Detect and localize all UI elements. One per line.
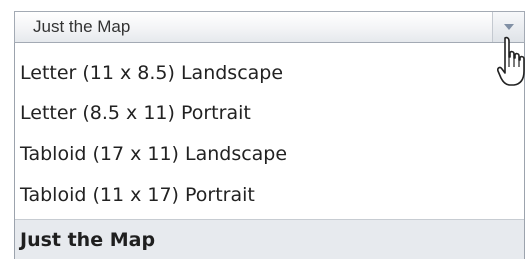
dropdown-list: Letter (11 x 8.5) Landscape Letter (8.5 …: [14, 43, 525, 259]
option-tabloid-portrait[interactable]: Tabloid (11 x 17) Portrait: [15, 175, 524, 215]
option-tabloid-landscape[interactable]: Tabloid (17 x 11) Landscape: [15, 134, 524, 174]
option-letter-portrait[interactable]: Letter (8.5 x 11) Portrait: [15, 93, 524, 133]
selected-value: Just the Map: [33, 17, 131, 36]
dropdown-toggle-button[interactable]: [492, 12, 524, 42]
option-just-the-map[interactable]: Just the Map: [15, 219, 524, 259]
chevron-down-icon: [504, 24, 514, 30]
print-layout-dropdown: Just the Map Letter (11 x 8.5) Landscape…: [0, 0, 527, 259]
option-letter-landscape[interactable]: Letter (11 x 8.5) Landscape: [15, 53, 524, 93]
layout-select[interactable]: Just the Map: [14, 11, 525, 43]
